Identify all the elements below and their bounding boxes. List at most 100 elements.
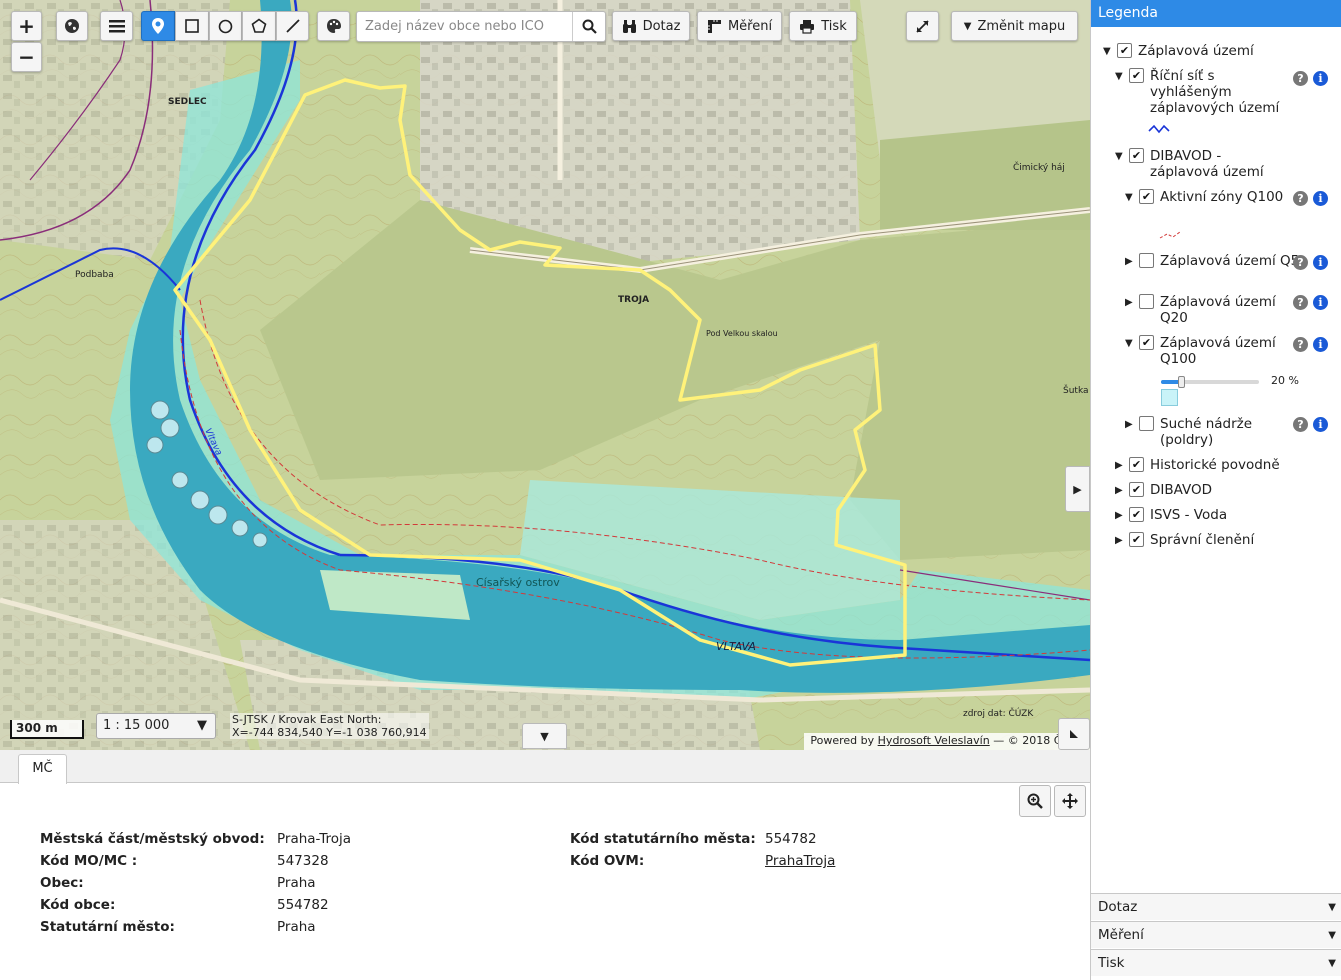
draw-point-button[interactable] xyxy=(141,11,175,41)
caret-down-icon[interactable]: ▼ xyxy=(1125,336,1137,352)
legend-toggle-button[interactable]: ▶ xyxy=(1065,466,1090,512)
zoom-magnifier-icon xyxy=(1027,793,1043,809)
map-canvas[interactable]: SEDLEC Podbaba TROJA Císařský ostrov VLT… xyxy=(0,0,1090,750)
legend-item-dibavod[interactable]: ▶ ✔ DIBAVOD xyxy=(1115,482,1330,499)
help-icon[interactable]: ? xyxy=(1293,191,1308,206)
zoom-in-button[interactable]: + xyxy=(11,11,42,41)
search-button[interactable] xyxy=(572,12,605,41)
accordion-dotaz[interactable]: Dotaz ▼ xyxy=(1091,893,1341,920)
print-button[interactable]: Tisk xyxy=(789,11,857,41)
info-icon[interactable]: i xyxy=(1313,71,1328,86)
draw-polygon-button[interactable] xyxy=(242,11,276,41)
zoom-out-button[interactable]: − xyxy=(11,42,42,72)
palette-icon xyxy=(326,19,341,33)
caret-right-icon: ▶ xyxy=(1073,482,1082,496)
legend-item-isvs-voda[interactable]: ▶ ✔ ISVS - Voda xyxy=(1115,507,1330,524)
attribute-key: Statutární město: xyxy=(40,919,175,935)
query-button[interactable]: Dotaz xyxy=(612,11,690,41)
attribute-row: Kód MO/MC : 547328 xyxy=(40,850,329,872)
caret-down-icon[interactable]: ▼ xyxy=(1115,69,1127,85)
help-icon[interactable]: ? xyxy=(1293,417,1308,432)
help-icon[interactable]: ? xyxy=(1293,295,1308,310)
legend-item-q100[interactable]: ▼ ✔ Záplavová území Q100 xyxy=(1125,335,1300,367)
checkbox[interactable]: ✔ xyxy=(1129,68,1144,83)
info-icon[interactable]: i xyxy=(1313,191,1328,206)
legend-item-suche-nadrze[interactable]: ▶ Suché nádrže (poldry) xyxy=(1125,416,1300,448)
checkbox[interactable]: ✔ xyxy=(1129,532,1144,547)
collapse-panel-button[interactable]: ▼ xyxy=(522,723,567,749)
map-viewport[interactable]: SEDLEC Podbaba TROJA Císařský ostrov VLT… xyxy=(0,0,1090,750)
checkbox[interactable] xyxy=(1139,416,1154,431)
label-pod-velkou-skalou: Pod Velkou skalou xyxy=(706,329,778,338)
caret-right-icon[interactable]: ▶ xyxy=(1125,295,1137,311)
checkbox[interactable]: ✔ xyxy=(1129,148,1144,163)
caret-down-icon[interactable]: ▼ xyxy=(1125,190,1137,206)
fullscreen-button[interactable] xyxy=(906,11,939,41)
checkbox[interactable]: ✔ xyxy=(1139,189,1154,204)
attribute-row: Statutární město: Praha xyxy=(40,916,316,938)
legend-item-dibavod-zaplavova-uzemi[interactable]: ▼ ✔ DIBAVOD - záplavová území xyxy=(1115,148,1290,180)
caret-right-icon[interactable]: ▶ xyxy=(1115,458,1127,474)
legend-item-q5[interactable]: ▶ Záplavová území Q5 xyxy=(1125,253,1300,270)
opacity-slider-handle[interactable] xyxy=(1177,376,1185,388)
label-cisarsky-ostrov: Císařský ostrov xyxy=(476,576,560,589)
caret-down-icon[interactable]: ▼ xyxy=(1103,44,1115,60)
layers-menu-button[interactable] xyxy=(100,11,133,41)
help-icon[interactable]: ? xyxy=(1293,255,1308,270)
legend-item-historicke-povodne[interactable]: ▶ ✔ Historické povodně xyxy=(1115,457,1330,474)
caret-right-icon[interactable]: ▶ xyxy=(1115,533,1127,549)
tab-mc[interactable]: MČ xyxy=(18,754,67,784)
checkbox[interactable] xyxy=(1139,253,1154,268)
attribution-link[interactable]: Hydrosoft Veleslavín xyxy=(878,734,990,747)
legend-item-q20[interactable]: ▶ Záplavová území Q20 xyxy=(1125,294,1300,326)
draw-rectangle-button[interactable] xyxy=(175,11,209,41)
scale-select[interactable]: 1 : 15 000 ▼ xyxy=(96,713,216,739)
legend-label: Suché nádrže (poldry) xyxy=(1160,416,1253,448)
checkbox[interactable]: ✔ xyxy=(1129,457,1144,472)
measure-button[interactable]: Měření xyxy=(697,11,782,41)
attribute-key: Městská část/městský obvod: xyxy=(40,831,265,847)
draw-circle-button[interactable] xyxy=(209,11,242,41)
style-button[interactable] xyxy=(317,11,350,41)
globe-button[interactable] xyxy=(56,11,88,41)
legend-item-ricni-sit[interactable]: ▼ ✔ Říční síť s vyhlášeným záplavových ú… xyxy=(1115,68,1290,116)
checkbox[interactable]: ✔ xyxy=(1129,507,1144,522)
accordion-tisk[interactable]: Tisk ▼ xyxy=(1091,949,1341,976)
coord-values: X=-744 834,540 Y=-1 038 760,914 xyxy=(232,726,427,739)
checkbox[interactable] xyxy=(1139,294,1154,309)
legend-item-aktivni-zony[interactable]: ▼ ✔ Aktivní zóny Q100 xyxy=(1125,189,1300,206)
info-icon[interactable]: i xyxy=(1313,337,1328,352)
attribute-row: Kód OVM: PrahaTroja xyxy=(570,850,835,872)
info-icon[interactable]: i xyxy=(1313,255,1328,270)
caret-right-icon[interactable]: ▶ xyxy=(1125,417,1137,433)
legend-label: Říční síť s vyhlášeným záplavových území xyxy=(1150,68,1280,116)
draw-line-button[interactable] xyxy=(276,11,309,41)
caret-right-icon[interactable]: ▶ xyxy=(1125,254,1137,270)
legend-title: Legenda xyxy=(1091,0,1341,27)
help-icon[interactable]: ? xyxy=(1293,337,1308,352)
checkbox[interactable]: ✔ xyxy=(1129,482,1144,497)
info-icon[interactable]: i xyxy=(1313,417,1328,432)
change-map-button[interactable]: ▼ Změnit mapu xyxy=(951,11,1078,41)
caret-down-icon: ▼ xyxy=(1328,902,1336,913)
info-icon[interactable]: i xyxy=(1313,295,1328,310)
opacity-slider[interactable] xyxy=(1161,376,1259,388)
legend-item-zaplavova-uzemi[interactable]: ▼ ✔ Záplavová území xyxy=(1103,43,1278,60)
help-icon[interactable]: ? xyxy=(1293,71,1308,86)
pan-to-feature-button[interactable] xyxy=(1054,785,1086,817)
attribute-value[interactable]: PrahaTroja xyxy=(765,850,835,872)
attribution: Powered by Hydrosoft Veleslavín — © 2018… xyxy=(804,733,1090,750)
river-symbol-icon xyxy=(1148,124,1170,134)
caret-right-icon[interactable]: ▶ xyxy=(1115,483,1127,499)
checkbox[interactable]: ✔ xyxy=(1117,43,1132,58)
accordion-mereni[interactable]: Měření ▼ xyxy=(1091,921,1341,948)
legend-label: Aktivní zóny Q100 xyxy=(1160,189,1284,205)
attribute-panel: MČ Městská část/městský obvod: Praha-Troj… xyxy=(0,750,1090,980)
legend-item-spravni-cleneni[interactable]: ▶ ✔ Správní členění xyxy=(1115,532,1330,549)
checkbox[interactable]: ✔ xyxy=(1139,335,1154,350)
overview-map-button[interactable] xyxy=(1058,718,1090,750)
caret-down-icon[interactable]: ▼ xyxy=(1115,149,1127,165)
search-input[interactable] xyxy=(357,12,572,41)
zoom-to-feature-button[interactable] xyxy=(1019,785,1051,817)
caret-right-icon[interactable]: ▶ xyxy=(1115,508,1127,524)
